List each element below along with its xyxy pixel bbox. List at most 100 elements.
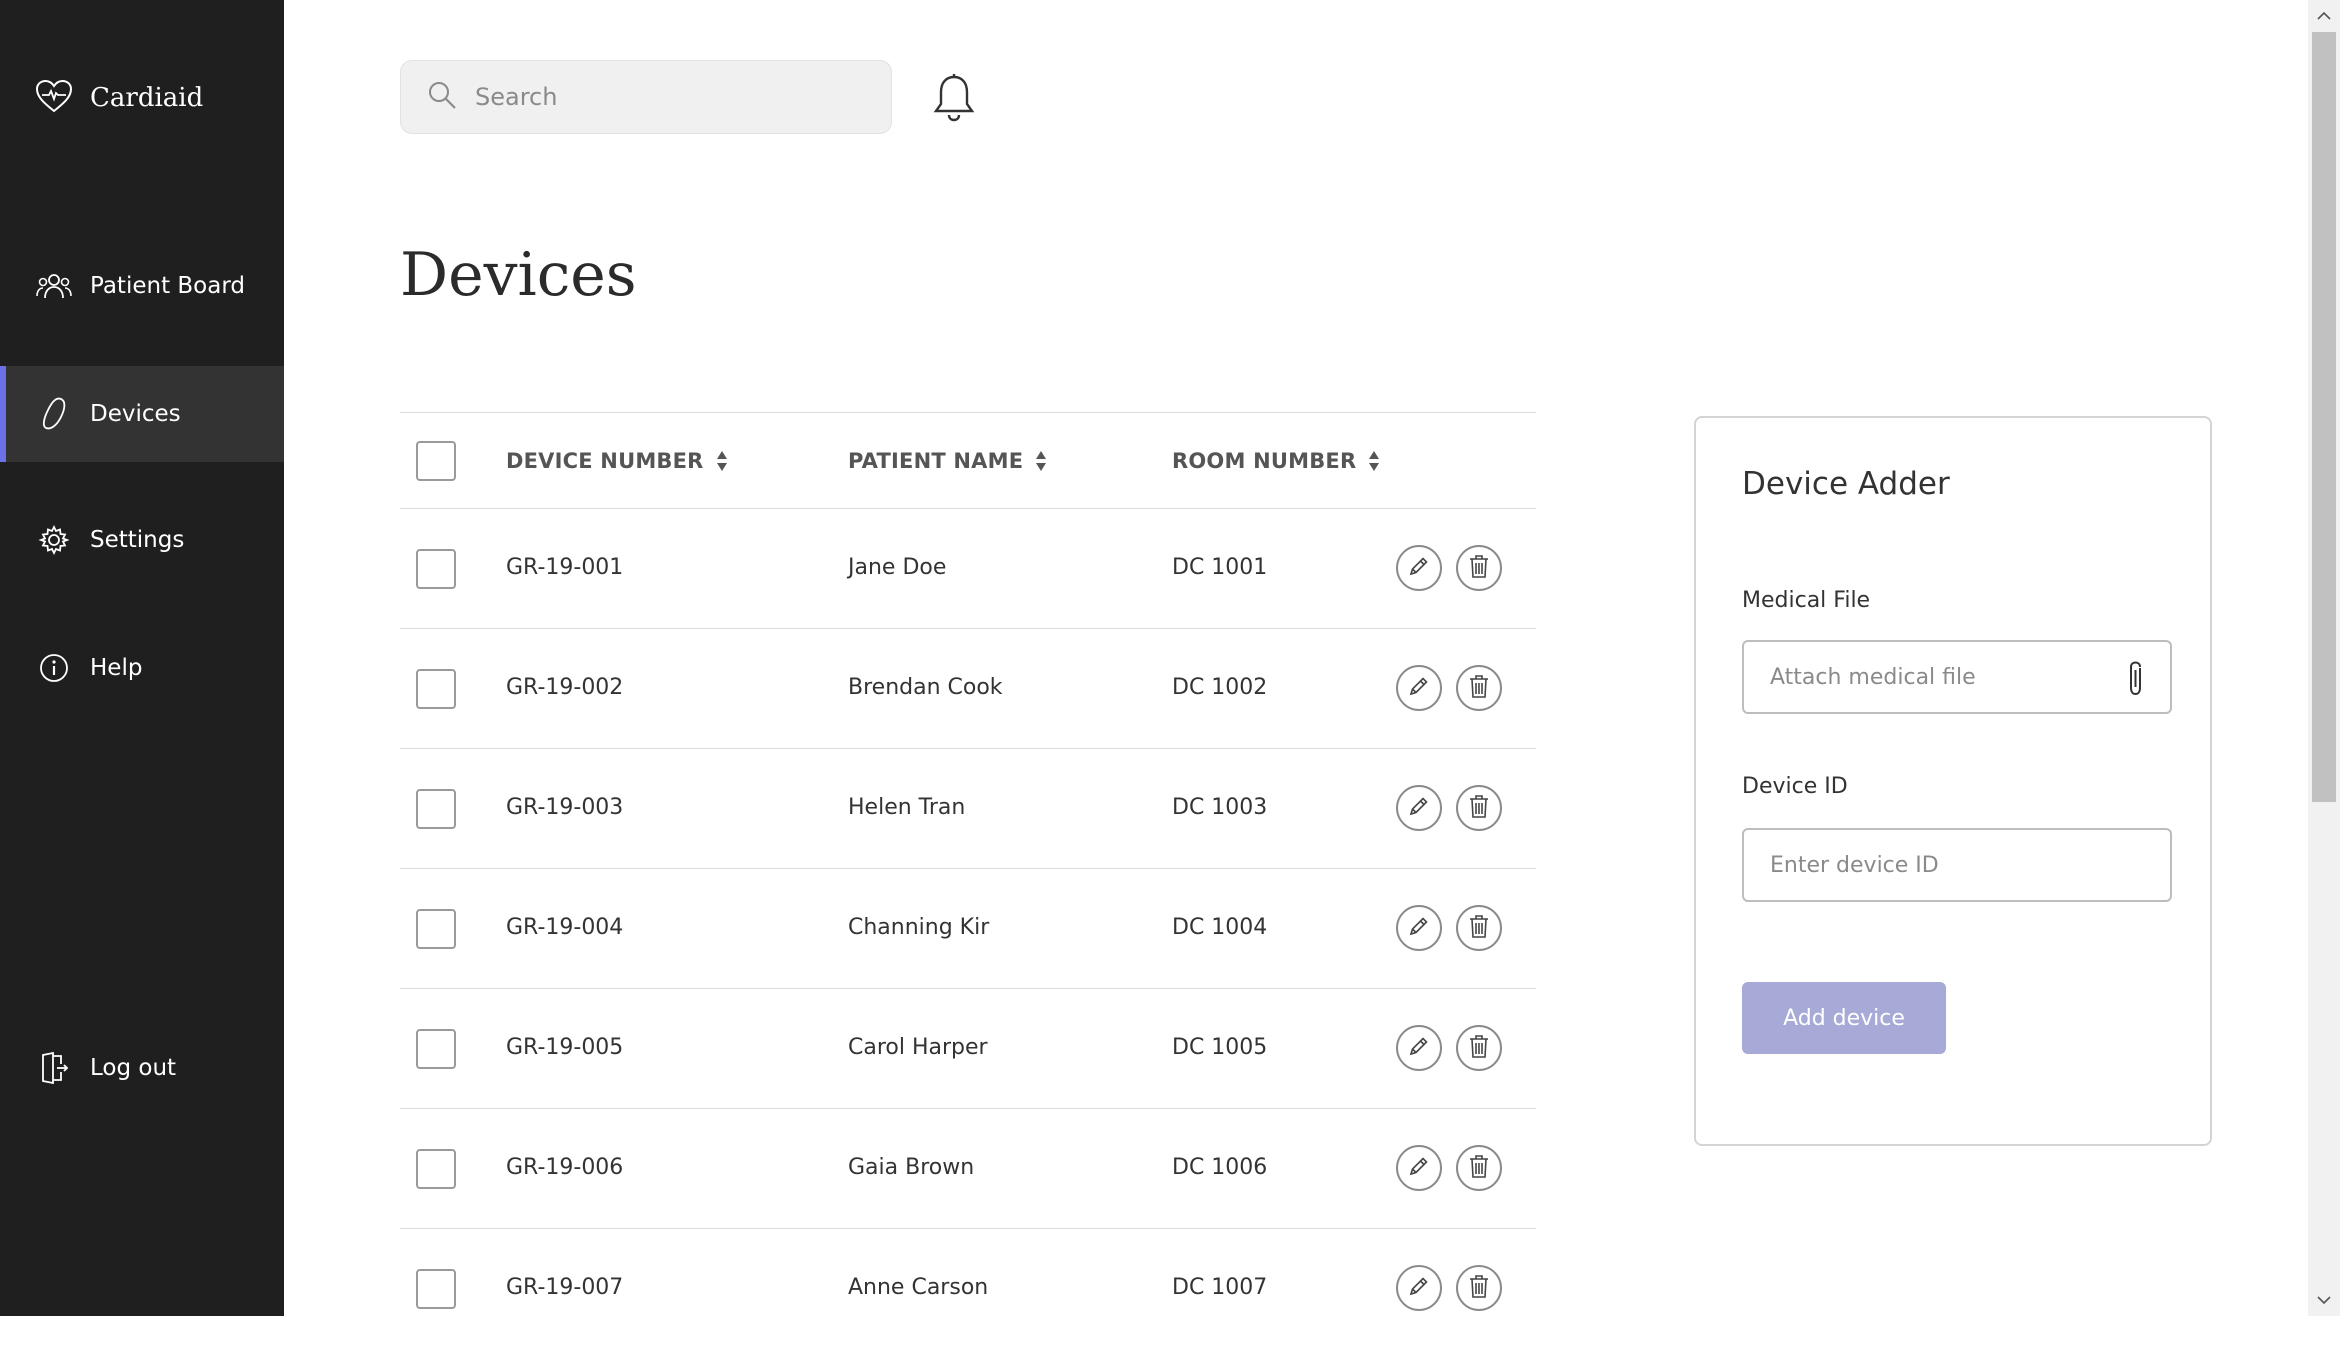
device-id-input[interactable] <box>1768 851 2112 879</box>
row-checkbox[interactable] <box>416 669 456 709</box>
edit-button[interactable] <box>1396 785 1442 831</box>
add-device-button[interactable]: Add device <box>1742 982 1946 1054</box>
search-icon <box>427 80 457 114</box>
sidebar-item-label: Settings <box>90 527 185 553</box>
pencil-icon <box>1407 1154 1431 1182</box>
device-id-label: Device ID <box>1742 774 1848 799</box>
logout-label: Log out <box>90 1055 177 1081</box>
room-number-cell: DC 1001 <box>1172 555 1268 580</box>
delete-button[interactable] <box>1456 1025 1502 1071</box>
sort-icon <box>1035 450 1047 472</box>
table-row[interactable]: GR-19-002 Brendan Cook DC 1002 <box>400 628 1536 748</box>
trash-icon <box>1468 1153 1490 1183</box>
logout-icon <box>36 1050 72 1086</box>
room-number-cell: DC 1005 <box>1172 1035 1268 1060</box>
room-number-cell: DC 1003 <box>1172 795 1268 820</box>
edit-button[interactable] <box>1396 1145 1442 1191</box>
device-number-cell: GR-19-004 <box>506 915 624 940</box>
people-icon <box>36 268 72 304</box>
heart-pulse-icon <box>34 78 74 118</box>
trash-icon <box>1468 673 1490 703</box>
patient-name-cell: Brendan Cook <box>848 675 1003 700</box>
notification-bell-icon[interactable] <box>930 72 978 124</box>
room-number-cell: DC 1004 <box>1172 915 1268 940</box>
device-number-cell: GR-19-006 <box>506 1155 624 1180</box>
patient-name-cell: Gaia Brown <box>848 1155 975 1180</box>
column-header-label: PATIENT NAME <box>848 449 1024 473</box>
edit-button[interactable] <box>1396 1025 1442 1071</box>
scrollbar[interactable] <box>2308 0 2340 1316</box>
delete-button[interactable] <box>1456 1145 1502 1191</box>
scrollbar-thumb[interactable] <box>2312 32 2336 802</box>
table-row[interactable]: GR-19-003 Helen Tran DC 1003 <box>400 748 1536 868</box>
edit-button[interactable] <box>1396 545 1442 591</box>
paperclip-icon[interactable] <box>2126 660 2146 702</box>
table-body: GR-19-001 Jane Doe DC 1001 GR-19-002 Brendan… <box>400 508 1536 1348</box>
sidebar-item-help[interactable]: Help <box>0 620 284 716</box>
delete-button[interactable] <box>1456 545 1502 591</box>
sidebar-item-label: Help <box>90 655 143 681</box>
brand-name: Cardiaid <box>90 83 204 113</box>
column-header-room-number[interactable]: ROOM NUMBER <box>1172 449 1380 473</box>
table-row[interactable]: GR-19-005 Carol Harper DC 1005 <box>400 988 1536 1108</box>
pencil-icon <box>1407 1034 1431 1062</box>
column-header-label: ROOM NUMBER <box>1172 449 1357 473</box>
sort-icon <box>716 450 728 472</box>
info-icon <box>36 650 72 686</box>
trash-icon <box>1468 913 1490 943</box>
pencil-icon <box>1407 794 1431 822</box>
sidebar: Cardiaid Patient Board Devices Settings … <box>0 0 284 1316</box>
patient-name-cell: Jane Doe <box>848 555 947 580</box>
patient-name-cell: Carol Harper <box>848 1035 988 1060</box>
device-adder-panel: Device Adder Medical File Device ID Add … <box>1694 416 2212 1146</box>
trash-icon <box>1468 1273 1490 1303</box>
panel-title: Device Adder <box>1742 466 1950 502</box>
table-row[interactable]: GR-19-001 Jane Doe DC 1001 <box>400 508 1536 628</box>
row-checkbox[interactable] <box>416 549 456 589</box>
table-row[interactable]: GR-19-007 Anne Carson DC 1007 <box>400 1228 1536 1348</box>
sidebar-item-patient-board[interactable]: Patient Board <box>0 238 284 334</box>
delete-button[interactable] <box>1456 1265 1502 1311</box>
edit-button[interactable] <box>1396 665 1442 711</box>
edit-button[interactable] <box>1396 905 1442 951</box>
row-checkbox[interactable] <box>416 1029 456 1069</box>
select-all-checkbox[interactable] <box>416 441 456 481</box>
row-checkbox[interactable] <box>416 1149 456 1189</box>
search-box[interactable] <box>400 60 892 134</box>
logout-button[interactable]: Log out <box>0 1020 284 1116</box>
medical-file-input[interactable] <box>1768 663 2112 691</box>
pencil-icon <box>1407 914 1431 942</box>
search-input[interactable] <box>473 82 857 112</box>
trash-icon <box>1468 793 1490 823</box>
table-header: DEVICE NUMBER PATIENT NAME ROOM NUMBER <box>400 412 1536 508</box>
medical-file-field[interactable] <box>1742 640 2172 714</box>
medical-file-label: Medical File <box>1742 588 1871 613</box>
gear-icon <box>36 522 72 558</box>
row-checkbox[interactable] <box>416 909 456 949</box>
column-header-patient-name[interactable]: PATIENT NAME <box>848 449 1047 473</box>
sort-icon <box>1368 450 1380 472</box>
scroll-up-arrow-icon[interactable] <box>2308 2 2340 30</box>
column-header-device-number[interactable]: DEVICE NUMBER <box>506 449 728 473</box>
sidebar-item-devices[interactable]: Devices <box>0 366 284 462</box>
device-number-cell: GR-19-002 <box>506 675 624 700</box>
room-number-cell: DC 1007 <box>1172 1275 1268 1300</box>
device-number-cell: GR-19-007 <box>506 1275 624 1300</box>
table-row[interactable]: GR-19-006 Gaia Brown DC 1006 <box>400 1108 1536 1228</box>
trash-icon <box>1468 553 1490 583</box>
scroll-down-arrow-icon[interactable] <box>2308 1286 2340 1314</box>
row-checkbox[interactable] <box>416 789 456 829</box>
sidebar-item-settings[interactable]: Settings <box>0 492 284 588</box>
delete-button[interactable] <box>1456 665 1502 711</box>
sidebar-item-label: Devices <box>90 401 181 427</box>
edit-button[interactable] <box>1396 1265 1442 1311</box>
page-title: Devices <box>400 240 637 310</box>
delete-button[interactable] <box>1456 905 1502 951</box>
device-icon <box>36 396 72 432</box>
table-row[interactable]: GR-19-004 Channing Kir DC 1004 <box>400 868 1536 988</box>
delete-button[interactable] <box>1456 785 1502 831</box>
device-id-field[interactable] <box>1742 828 2172 902</box>
row-checkbox[interactable] <box>416 1269 456 1309</box>
brand-logo[interactable]: Cardiaid <box>34 74 203 122</box>
sidebar-item-label: Patient Board <box>90 273 245 299</box>
